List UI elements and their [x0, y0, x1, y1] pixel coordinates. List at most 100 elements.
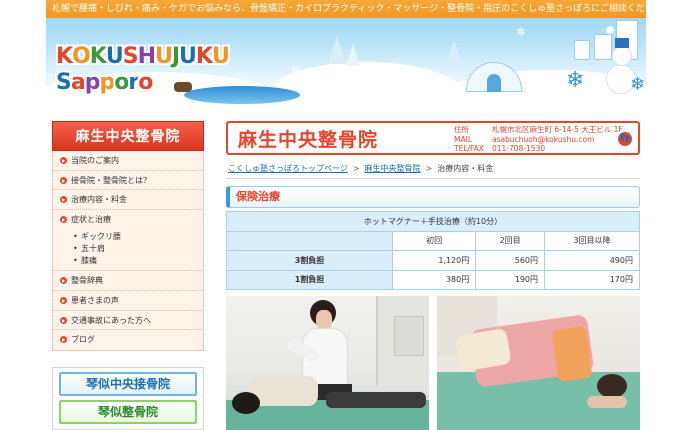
frozen-pond — [184, 86, 300, 104]
breadcrumb-separator: > — [352, 164, 360, 173]
reindeer-decoration — [174, 82, 192, 92]
treatment-photo-patient — [437, 296, 640, 430]
header-tagline: 札幌で腰痛・しびれ・痛み・ケガでお悩みなら、骨盤矯正・カイロプラクティック・マッ… — [46, 0, 646, 18]
logo-letter: U — [179, 44, 197, 69]
snowflake-icon: ❄ — [566, 68, 585, 93]
mail-label: MAIL — [454, 134, 472, 144]
logo-letter: o — [114, 70, 129, 95]
igloo-door — [487, 74, 501, 92]
fee-cell: 380円 — [391, 269, 477, 290]
logo-letter: J — [171, 44, 180, 69]
house-decoration — [594, 34, 612, 60]
snowflake-icon: ❄ — [516, 25, 527, 39]
logo-letter: U — [211, 44, 230, 69]
breadcrumb-current: 治療内容・料金 — [437, 164, 494, 173]
fee-cell: 170円 — [544, 269, 640, 290]
clinic-name: 麻生中央整骨院 — [238, 129, 379, 151]
tel-label: TEL/FAX — [454, 144, 484, 153]
fee-cell: 190円 — [475, 269, 546, 290]
fee-table: ホットマグナー＋手技治療（約10分） 初回 2回目 3回目以降 3割負担 1,1… — [226, 211, 640, 290]
fee-table-title: ホットマグナー＋手技治療（約10分） — [226, 211, 640, 232]
clinic-tel: 011-708-1530 — [492, 144, 546, 153]
table-row: 3割負担 1,120円 560円 490円 — [226, 250, 640, 271]
fee-row-label: 3割負担 — [226, 250, 393, 271]
breadcrumb-separator: > — [425, 164, 433, 173]
fee-column-header: 3回目以降 — [544, 230, 640, 251]
breadcrumb-divider — [226, 178, 640, 179]
banner-kotoni-seikotsuin[interactable]: 琴似整骨院 — [59, 400, 197, 424]
logo-letter: S — [122, 44, 139, 69]
logo-letter: o — [138, 70, 153, 95]
logo-letter: a — [70, 70, 86, 95]
footprint-icon: 👣 — [618, 132, 632, 146]
sidebar-subitem-back-strain[interactable]: ギックリ腰 — [53, 231, 203, 243]
clinic-header: 麻生中央整骨院 住所 札幌市北区麻生町 6-14-5 大王ビル 1F MAIL as… — [226, 121, 640, 155]
snowflake-icon: ❄ — [290, 63, 302, 79]
sidebar-subitem-frozen-shoulder[interactable]: 五十肩 — [53, 243, 203, 255]
fee-column-header: 2回目 — [475, 230, 546, 251]
snowman-head — [612, 46, 632, 66]
breadcrumb-clinic-link[interactable]: 麻生中央整骨院 — [365, 164, 421, 173]
logo-letter: K — [195, 44, 213, 69]
logo-letter: K — [56, 44, 73, 69]
clinic-mail[interactable]: asabuchuoh@kokushu.com — [492, 135, 594, 144]
patient-legs — [326, 392, 426, 408]
sidebar-item-what-is-seikotsuin[interactable]: 接骨院・整骨院とは？ — [53, 171, 203, 191]
fee-table-title-row: ホットマグナー＋手技治療（約10分） — [226, 211, 640, 232]
sidebar-item-treatment-fees[interactable]: 治療内容・料金 — [53, 190, 203, 210]
breadcrumb: こくしゅ塾さっぽろトップページ > 麻生中央整骨院 > 治療内容・料金 — [228, 163, 493, 174]
banner-kotoni-chuo-sekkotsuin[interactable]: 琴似中央接骨院 — [59, 372, 197, 396]
sidebar-banners: 琴似中央接骨院 琴似整骨院 — [52, 367, 204, 430]
sidebar-item-about[interactable]: 当院のご案内 — [53, 151, 203, 171]
sidebar-subitem-knee-pain[interactable]: 膝痛 — [53, 255, 203, 267]
fee-table-corner — [226, 230, 393, 251]
sidebar-item-patient-voices[interactable]: 患者さまの声 — [53, 291, 203, 311]
photo-equipment — [394, 316, 424, 356]
logo-letter: H — [137, 44, 156, 69]
sidebar-item-dictionary[interactable]: 整骨辞典 — [53, 271, 203, 291]
clinic-address: 札幌市北区麻生町 6-14-5 大王ビル 1F — [492, 125, 623, 134]
towel-orange-stripe — [551, 325, 593, 383]
breadcrumb-home-link[interactable]: こくしゅ塾さっぽろトップページ — [228, 164, 348, 173]
sidebar: 麻生中央整骨院 当院のご案内 接骨院・整骨院とは？ 治療内容・料金 症状と治療 … — [52, 121, 204, 430]
logo-letter: p — [99, 70, 115, 95]
fee-cell: 490円 — [544, 250, 640, 271]
logo-letter: r — [128, 70, 139, 95]
sidebar-submenu: ギックリ腰 五十肩 膝痛 — [53, 229, 203, 272]
fee-cell: 1,120円 — [391, 250, 477, 271]
logo-letter: U — [154, 44, 173, 69]
fee-column-header: 初回 — [391, 230, 477, 251]
logo-letter: O — [72, 44, 91, 69]
table-row: 1割負担 380円 190円 170円 — [226, 269, 640, 290]
logo-letter: S — [56, 70, 72, 95]
snowflake-icon: ❄ — [630, 74, 646, 95]
site-header: 札幌で腰痛・しびれ・痛み・ケガでお悩みなら、骨盤矯正・カイロプラクティック・マッ… — [46, 0, 646, 104]
site-logo-sapporo[interactable]: Sapporo — [56, 70, 153, 95]
sidebar-item-blog[interactable]: ブログ — [53, 330, 203, 350]
address-label: 住所 — [454, 125, 469, 134]
patient-head — [597, 374, 627, 398]
snowman-hat — [615, 38, 629, 48]
tree-decoration — [446, 40, 462, 66]
clinic-info: 住所 札幌市北区麻生町 6-14-5 大王ビル 1F MAIL asabuchuoh… — [454, 125, 623, 154]
logo-letter: U — [105, 44, 124, 69]
patient-head — [232, 392, 260, 414]
therapist-face — [316, 310, 332, 330]
sidebar-item-traffic-accident[interactable]: 交通事故にあった方へ — [53, 311, 203, 331]
logo-letter: p — [84, 70, 101, 95]
logo-letter: K — [89, 44, 107, 69]
patient-arm — [587, 396, 627, 408]
sidebar-menu: 当院のご案内 接骨院・整骨院とは？ 治療内容・料金 症状と治療 ギックリ腰 五十… — [52, 151, 204, 351]
tree-decoration — [328, 36, 346, 64]
site-logo-kokushujuku[interactable]: KOKUSHUJUKU — [56, 44, 230, 69]
fee-row-label: 1割負担 — [226, 269, 393, 290]
fee-cell: 560円 — [475, 250, 546, 271]
house-decoration — [574, 40, 590, 60]
moon-decoration — [606, 26, 614, 34]
sidebar-item-symptoms[interactable]: 症状と治療 — [53, 210, 203, 230]
fee-table-header-row: 初回 2回目 3回目以降 — [226, 230, 640, 251]
tree-decoration — [346, 44, 360, 66]
section-heading: 保険治療 — [226, 186, 640, 208]
treatment-photo-therapist — [226, 296, 429, 430]
sidebar-title: 麻生中央整骨院 — [52, 121, 204, 151]
